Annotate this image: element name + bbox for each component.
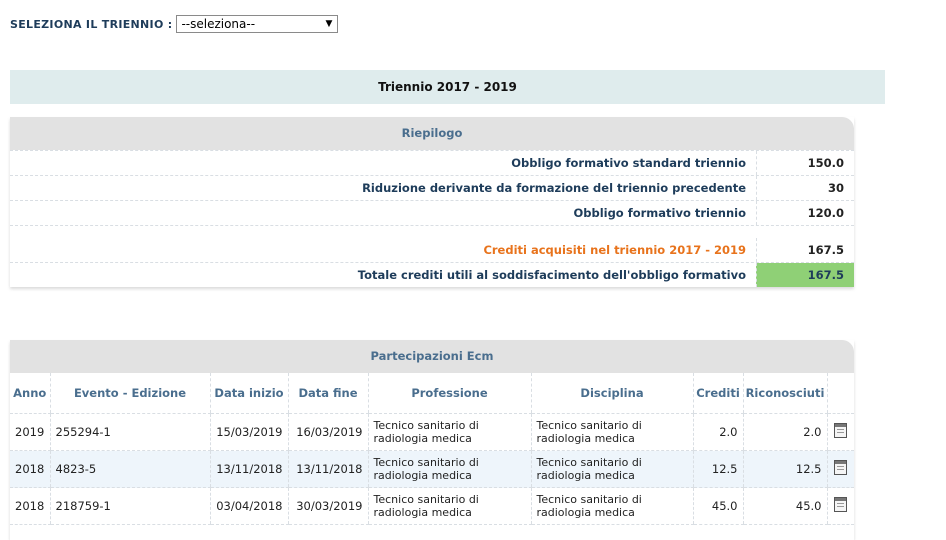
riepilogo-row: Riduzione derivante da formazione del tr… — [10, 175, 854, 200]
table-header-row: Anno Evento - Edizione Data inizio Data … — [10, 373, 854, 414]
chevron-down-icon: ▼ — [325, 19, 333, 29]
partecipazioni-title: Partecipazioni Ecm — [10, 340, 854, 373]
cell-disciplina: Tecnico sanitario di radiologia medica — [530, 450, 693, 488]
document-icon[interactable] — [834, 423, 848, 438]
cell-data-inizio: 15/03/2019 — [209, 413, 288, 451]
document-icon[interactable] — [834, 460, 848, 475]
cell-data-fine: 13/11/2018 — [287, 450, 368, 488]
cell-data-inizio: 03/04/2018 — [209, 487, 288, 525]
table-row: 2018 218759-1 03/04/2018 30/03/2019 Tecn… — [10, 487, 854, 525]
riepilogo-value: 167.5 — [756, 238, 854, 262]
cell-actions — [826, 413, 854, 451]
cell-actions — [826, 450, 854, 488]
cell-crediti: 12.5 — [692, 450, 743, 488]
triennio-title: Triennio 2017 - 2019 — [10, 70, 885, 104]
triennio-select[interactable]: --seleziona-- ▼ — [176, 15, 339, 33]
riepilogo-label: Totale crediti utili al soddisfacimento … — [357, 268, 746, 282]
cell-anno: 2018 — [10, 450, 50, 488]
riepilogo-value: 30 — [756, 176, 854, 200]
cell-riconosciuti: 12.5 — [742, 450, 827, 488]
cell-data-fine: 30/03/2019 — [287, 487, 368, 525]
cell-evento: 4823-5 — [49, 450, 210, 488]
cell-anno: 2018 — [10, 487, 50, 525]
col-professione: Professione — [367, 373, 531, 414]
cell-actions — [826, 487, 854, 525]
select-value: --seleziona-- — [181, 17, 256, 31]
table-row: 2018 4823-5 13/11/2018 13/11/2018 Tecnic… — [10, 450, 854, 488]
col-riconosciuti: Riconosciuti — [742, 373, 827, 414]
document-icon[interactable] — [834, 497, 848, 512]
riepilogo-row: Obbligo formativo standard triennio 150.… — [10, 150, 854, 175]
col-evento: Evento - Edizione — [49, 373, 210, 414]
table-row: 2019 255294-1 15/03/2019 16/03/2019 Tecn… — [10, 413, 854, 451]
riepilogo-title: Riepilogo — [10, 117, 854, 150]
col-actions — [826, 373, 854, 414]
riepilogo-row: Obbligo formativo triennio 120.0 — [10, 200, 854, 225]
cell-riconosciuti: 2.0 — [742, 413, 827, 451]
cell-crediti: 45.0 — [692, 487, 743, 525]
col-disciplina: Disciplina — [530, 373, 693, 414]
col-data-inizio: Data inizio — [209, 373, 288, 414]
cell-professione: Tecnico sanitario di radiologia medica — [367, 487, 531, 525]
riepilogo-spacer — [10, 225, 854, 238]
riepilogo-label: Obbligo formativo standard triennio — [511, 156, 746, 170]
triennio-selector: SELEZIONA IL TRIENNIO : --seleziona-- ▼ — [10, 14, 339, 34]
selector-label: SELEZIONA IL TRIENNIO : — [10, 17, 173, 31]
col-crediti: Crediti — [692, 373, 743, 414]
partecipazioni-table: Anno Evento - Edizione Data inizio Data … — [10, 373, 854, 525]
col-anno: Anno — [10, 373, 50, 414]
cell-disciplina: Tecnico sanitario di radiologia medica — [530, 487, 693, 525]
cell-professione: Tecnico sanitario di radiologia medica — [367, 450, 531, 488]
col-data-fine: Data fine — [287, 373, 368, 414]
cell-evento: 255294-1 — [49, 413, 210, 451]
partecipazioni-panel: Partecipazioni Ecm Anno Evento - Edizion… — [10, 340, 854, 540]
cell-anno: 2019 — [10, 413, 50, 451]
cell-crediti: 2.0 — [692, 413, 743, 451]
cell-evento: 218759-1 — [49, 487, 210, 525]
riepilogo-row-crediti: Crediti acquisiti nel triennio 2017 - 20… — [10, 238, 854, 262]
riepilogo-label: Crediti acquisiti nel triennio 2017 - 20… — [483, 243, 746, 257]
cell-data-inizio: 13/11/2018 — [209, 450, 288, 488]
cell-disciplina: Tecnico sanitario di radiologia medica — [530, 413, 693, 451]
riepilogo-label: Riduzione derivante da formazione del tr… — [362, 181, 746, 195]
riepilogo-label: Obbligo formativo triennio — [573, 206, 746, 220]
riepilogo-total-value: 167.5 — [756, 263, 854, 287]
cell-riconosciuti: 45.0 — [742, 487, 827, 525]
riepilogo-value: 150.0 — [756, 151, 854, 175]
riepilogo-panel: Riepilogo Obbligo formativo standard tri… — [10, 117, 854, 287]
cell-data-fine: 16/03/2019 — [287, 413, 368, 451]
riepilogo-row-totale: Totale crediti utili al soddisfacimento … — [10, 262, 854, 287]
riepilogo-value: 120.0 — [756, 201, 854, 225]
cell-professione: Tecnico sanitario di radiologia medica — [367, 413, 531, 451]
